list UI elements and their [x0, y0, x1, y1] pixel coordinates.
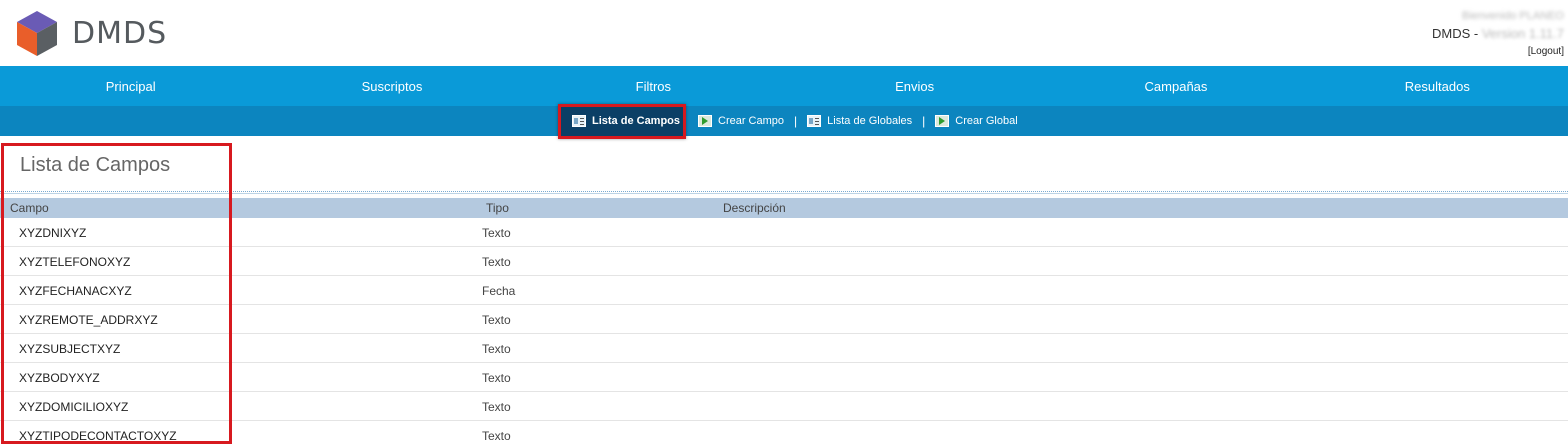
logout-link[interactable]: [Logout] [1432, 44, 1564, 60]
cell-tipo: Fecha [482, 284, 516, 298]
version-line: DMDS - Version 1.11.7 [1432, 26, 1564, 42]
table-row[interactable]: XYZBODYXYZ Texto [0, 363, 1568, 392]
subnav-crear-global[interactable]: Crear Global [935, 106, 1018, 136]
cell-tipo: Texto [482, 429, 511, 443]
table-row[interactable]: XYZFECHANACXYZ Fecha [0, 276, 1568, 305]
page: DMDS Bienvenido PLANEO DMDS - Version 1.… [0, 0, 1568, 444]
cell-tipo: Texto [482, 255, 511, 269]
cube-logo-icon [12, 8, 62, 58]
subnav-lista-campos[interactable]: Lista de Campos [572, 106, 680, 136]
cell-campo[interactable]: XYZREMOTE_ADDRXYZ [19, 313, 158, 327]
nav-item-envios[interactable]: Envios [784, 66, 1045, 106]
separator: | [794, 114, 798, 128]
nav-item-principal[interactable]: Principal [0, 66, 261, 106]
cell-tipo: Texto [482, 371, 511, 385]
table-row[interactable]: XYZREMOTE_ADDRXYZ Texto [0, 305, 1568, 334]
table-body: XYZDNIXYZ Texto XYZTELEFONOXYZ Texto XYZ… [0, 218, 1568, 444]
divider [0, 191, 1568, 194]
subnav-lista-globales[interactable]: Lista de Globales [807, 106, 912, 136]
list-icon [572, 115, 586, 127]
column-header-tipo[interactable]: Tipo [486, 201, 509, 215]
table-row[interactable]: XYZDNIXYZ Texto [0, 218, 1568, 247]
cell-campo[interactable]: XYZSUBJECTXYZ [19, 342, 120, 356]
cell-tipo: Texto [482, 313, 511, 327]
table-row[interactable]: XYZTELEFONOXYZ Texto [0, 247, 1568, 276]
welcome-text: Bienvenido PLANEO [1461, 10, 1564, 22]
nav-item-campanas[interactable]: Campañas [1045, 66, 1306, 106]
subnav-lista-globales-label: Lista de Globales [827, 115, 913, 127]
sub-nav: Crear Campo | Lista de Globales | Crear … [0, 106, 1568, 136]
subnav-crear-campo[interactable]: Crear Campo [698, 106, 784, 136]
create-icon [935, 115, 950, 127]
main-nav: Principal Suscriptos Filtros Envios Camp… [0, 66, 1568, 106]
cell-tipo: Texto [482, 342, 511, 356]
cell-campo[interactable]: XYZTELEFONOXYZ [19, 255, 130, 269]
table-row[interactable]: XYZTIPODECONTACTOXYZ Texto [0, 421, 1568, 444]
create-icon [698, 115, 712, 127]
page-title: Lista de Campos [20, 154, 171, 176]
subnav-lista-campos-label: Lista de Campos [592, 115, 681, 127]
cell-campo[interactable]: XYZFECHANACXYZ [19, 284, 132, 298]
cell-campo[interactable]: XYZTIPODECONTACTOXYZ [19, 429, 177, 443]
cell-campo[interactable]: XYZBODYXYZ [19, 371, 100, 385]
nav-item-resultados[interactable]: Resultados [1307, 66, 1568, 106]
column-header-descripcion[interactable]: Descripción [723, 201, 786, 215]
subnav-crear-campo-label: Crear Campo [718, 115, 785, 127]
table-row[interactable]: XYZDOMICILIOXYZ Texto [0, 392, 1568, 421]
subnav-crear-global-label: Crear Global [955, 115, 1018, 127]
user-block: Bienvenido PLANEO DMDS - Version 1.11.7 … [1432, 8, 1564, 60]
table-header: Campo Tipo Descripción [0, 198, 1568, 218]
table-row[interactable]: XYZSUBJECTXYZ Texto [0, 334, 1568, 363]
cell-campo[interactable]: XYZDNIXYZ [19, 226, 86, 240]
version-value: Version 1.11.7 [1481, 26, 1564, 41]
cell-campo[interactable]: XYZDOMICILIOXYZ [19, 400, 128, 414]
logo[interactable]: DMDS [12, 8, 167, 58]
list-icon [807, 115, 822, 127]
nav-item-suscriptos[interactable]: Suscriptos [261, 66, 522, 106]
header: DMDS Bienvenido PLANEO DMDS - Version 1.… [0, 0, 1568, 66]
brand-name: DMDS [72, 15, 168, 51]
nav-item-filtros[interactable]: Filtros [523, 66, 784, 106]
cell-tipo: Texto [482, 400, 511, 414]
version-label: DMDS - [1432, 26, 1482, 41]
cell-tipo: Texto [482, 226, 511, 240]
separator: | [922, 114, 926, 128]
column-header-campo[interactable]: Campo [10, 201, 49, 215]
